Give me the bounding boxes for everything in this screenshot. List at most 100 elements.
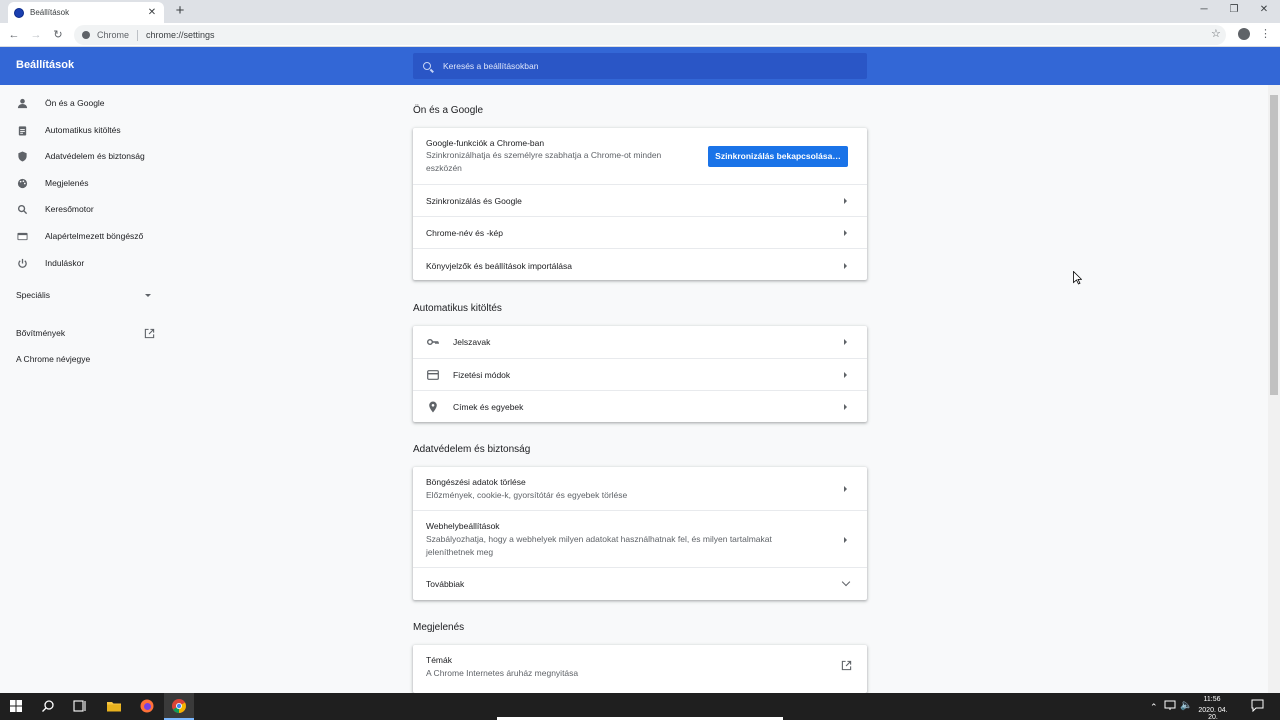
google-features-description: Szinkronizálhatja és személyre szabhatja… <box>426 150 662 173</box>
clipboard-icon <box>18 125 27 136</box>
key-icon <box>427 339 439 345</box>
windows-start-icon[interactable] <box>8 698 24 714</box>
new-tab-button[interactable]: + <box>172 3 188 19</box>
section-title-autofill: Automatikus kitöltés <box>413 303 502 314</box>
network-icon[interactable] <box>1164 699 1176 711</box>
turn-on-sync-button[interactable]: Szinkronizálás bekapcsolása… <box>708 146 848 167</box>
row-passwords[interactable]: Jelszavak <box>413 326 867 358</box>
scrollbar-thumb[interactable] <box>1270 95 1278 395</box>
card-appearance: Témák A Chrome Internetes áruház megnyit… <box>413 645 867 693</box>
restore-button[interactable]: ❐ <box>1222 2 1246 18</box>
notifications-icon[interactable] <box>1251 699 1264 712</box>
close-tab-icon[interactable]: ✕ <box>146 7 158 18</box>
advanced-label: Speciális <box>16 290 51 300</box>
sidebar-item-label: Induláskor <box>45 258 85 268</box>
row-chrome-name-picture[interactable]: Chrome-név és -kép <box>413 216 867 248</box>
row-label: Webhelybeállítások <box>426 521 500 531</box>
mouse-cursor-icon <box>1073 271 1082 285</box>
row-payment-methods[interactable]: Fizetési módok <box>413 358 867 390</box>
row-label: Jelszavak <box>453 337 491 347</box>
google-features-row: Google-funkciók a Chrome-ban Szinkronizá… <box>413 128 867 184</box>
sidebar-item-appearance[interactable]: Megjelenés <box>0 170 170 196</box>
volume-icon[interactable]: 🔈 <box>1180 700 1192 711</box>
row-label: Témák <box>426 655 452 665</box>
section-title-appearance: Megjelenés <box>413 622 465 633</box>
address-bar[interactable]: Chrome chrome://settings <box>74 25 1226 45</box>
title-bar: Beállítások ✕ + ─ ❐ ✕ <box>0 0 1280 23</box>
taskbar-chrome-active[interactable] <box>164 693 194 720</box>
chrome-page-icon <box>82 31 90 39</box>
forward-button[interactable]: → <box>28 27 44 43</box>
taskbar-search-icon[interactable] <box>40 698 56 714</box>
search-input[interactable] <box>443 61 843 71</box>
windows-taskbar: ⌃ 🔈 11:56 2020. 04. 20. <box>0 693 1280 720</box>
chevron-up-icon[interactable]: ⌃ <box>1150 702 1158 713</box>
reload-button[interactable]: ↻ <box>50 27 66 43</box>
task-view-icon[interactable] <box>72 698 88 714</box>
caret-down-icon <box>145 293 151 297</box>
row-description: Szabályozhatja, hogy a webhelyek milyen … <box>426 534 772 557</box>
sidebar-advanced-toggle[interactable]: Speciális <box>0 282 170 308</box>
open-in-new-icon <box>841 660 852 671</box>
google-features-title: Google-funkciók a Chrome-ban <box>426 138 545 148</box>
firefox-icon[interactable] <box>139 698 155 714</box>
row-addresses[interactable]: Címek és egyebek <box>413 390 867 422</box>
section-title-you-and-google: Ön és a Google <box>413 105 484 116</box>
chrome-icon <box>172 699 186 713</box>
row-themes[interactable]: Témák A Chrome Internetes áruház megnyit… <box>413 645 867 691</box>
sidebar-item-search-engine[interactable]: Keresőmotor <box>0 196 170 222</box>
card-privacy: Böngészési adatok törlése Előzmények, co… <box>413 467 867 600</box>
search-icon <box>17 204 28 214</box>
taskbar-time[interactable]: 11:56 <box>1196 696 1228 703</box>
sidebar-item-label: Megjelenés <box>45 178 89 188</box>
arrow-right-icon <box>844 537 847 543</box>
search-icon <box>423 62 431 70</box>
card-autofill: Jelszavak Fizetési módok Címek és egyebe… <box>413 326 867 422</box>
url-text: chrome://settings <box>146 30 215 40</box>
row-clear-browsing-data[interactable]: Böngészési adatok törlése Előzmények, co… <box>413 467 867 510</box>
sidebar-item-you-and-google[interactable]: Ön és a Google <box>0 90 170 116</box>
row-import-bookmarks[interactable]: Könyvjelzők és beállítások importálása <box>413 248 867 280</box>
power-icon <box>18 258 27 268</box>
settings-search-box[interactable] <box>413 53 867 79</box>
credit-card-icon <box>427 370 439 380</box>
sidebar-extensions-link[interactable]: Bővítmények <box>0 320 170 346</box>
row-site-settings[interactable]: Webhelybeállítások Szabályozhatja, hogy … <box>413 510 867 567</box>
arrow-right-icon <box>844 339 847 345</box>
tab-title: Beállítások <box>30 8 70 17</box>
back-button[interactable]: ← <box>6 27 22 43</box>
bookmark-star-icon[interactable]: ☆ <box>1211 27 1221 40</box>
sidebar-item-label: Alapértelmezett böngésző <box>45 231 144 241</box>
sidebar-item-label: Ön és a Google <box>45 98 105 108</box>
chrome-settings-favicon-icon <box>14 7 24 18</box>
arrow-right-icon <box>844 404 847 410</box>
account-avatar-icon[interactable] <box>1238 28 1250 40</box>
minimize-button[interactable]: ─ <box>1192 2 1216 18</box>
row-more-toggle[interactable]: Továbbiak <box>413 567 867 600</box>
person-icon <box>17 98 28 108</box>
row-sync-and-google[interactable]: Szinkronizálás és Google <box>413 184 867 216</box>
sidebar-item-on-startup[interactable]: Induláskor <box>0 250 170 276</box>
row-description: A Chrome Internetes áruház megnyitása <box>426 668 579 678</box>
page-scrollbar[interactable] <box>1268 85 1280 693</box>
row-label: Könyvjelzők és beállítások importálása <box>426 261 572 271</box>
sidebar-about-chrome[interactable]: A Chrome névjegye <box>0 346 170 372</box>
sidebar-item-autofill[interactable]: Automatikus kitöltés <box>0 117 170 143</box>
omnibox-divider <box>137 29 139 41</box>
taskbar-date[interactable]: 2020. 04. 20. <box>1194 707 1232 720</box>
sidebar: Ön és a Google Automatikus kitöltés Adat… <box>0 85 170 693</box>
arrow-right-icon <box>844 230 847 236</box>
sidebar-item-default-browser[interactable]: Alapértelmezett böngésző <box>0 223 170 249</box>
arrow-right-icon <box>844 486 847 492</box>
sidebar-item-label: Automatikus kitöltés <box>45 125 121 135</box>
menu-kebab-icon[interactable]: ⋮ <box>1260 27 1271 40</box>
file-explorer-icon[interactable] <box>106 698 122 714</box>
close-window-button[interactable]: ✕ <box>1252 2 1276 18</box>
row-label: Chrome-név és -kép <box>426 228 504 238</box>
browser-toolbar: ← → ↻ Chrome chrome://settings ☆ ⋮ <box>0 23 1280 47</box>
about-label: A Chrome névjegye <box>16 354 91 364</box>
row-label: Továbbiak <box>426 579 465 589</box>
palette-icon <box>17 178 28 188</box>
sidebar-item-privacy[interactable]: Adatvédelem és biztonság <box>0 143 170 169</box>
tab-settings[interactable]: Beállítások ✕ <box>8 2 164 23</box>
